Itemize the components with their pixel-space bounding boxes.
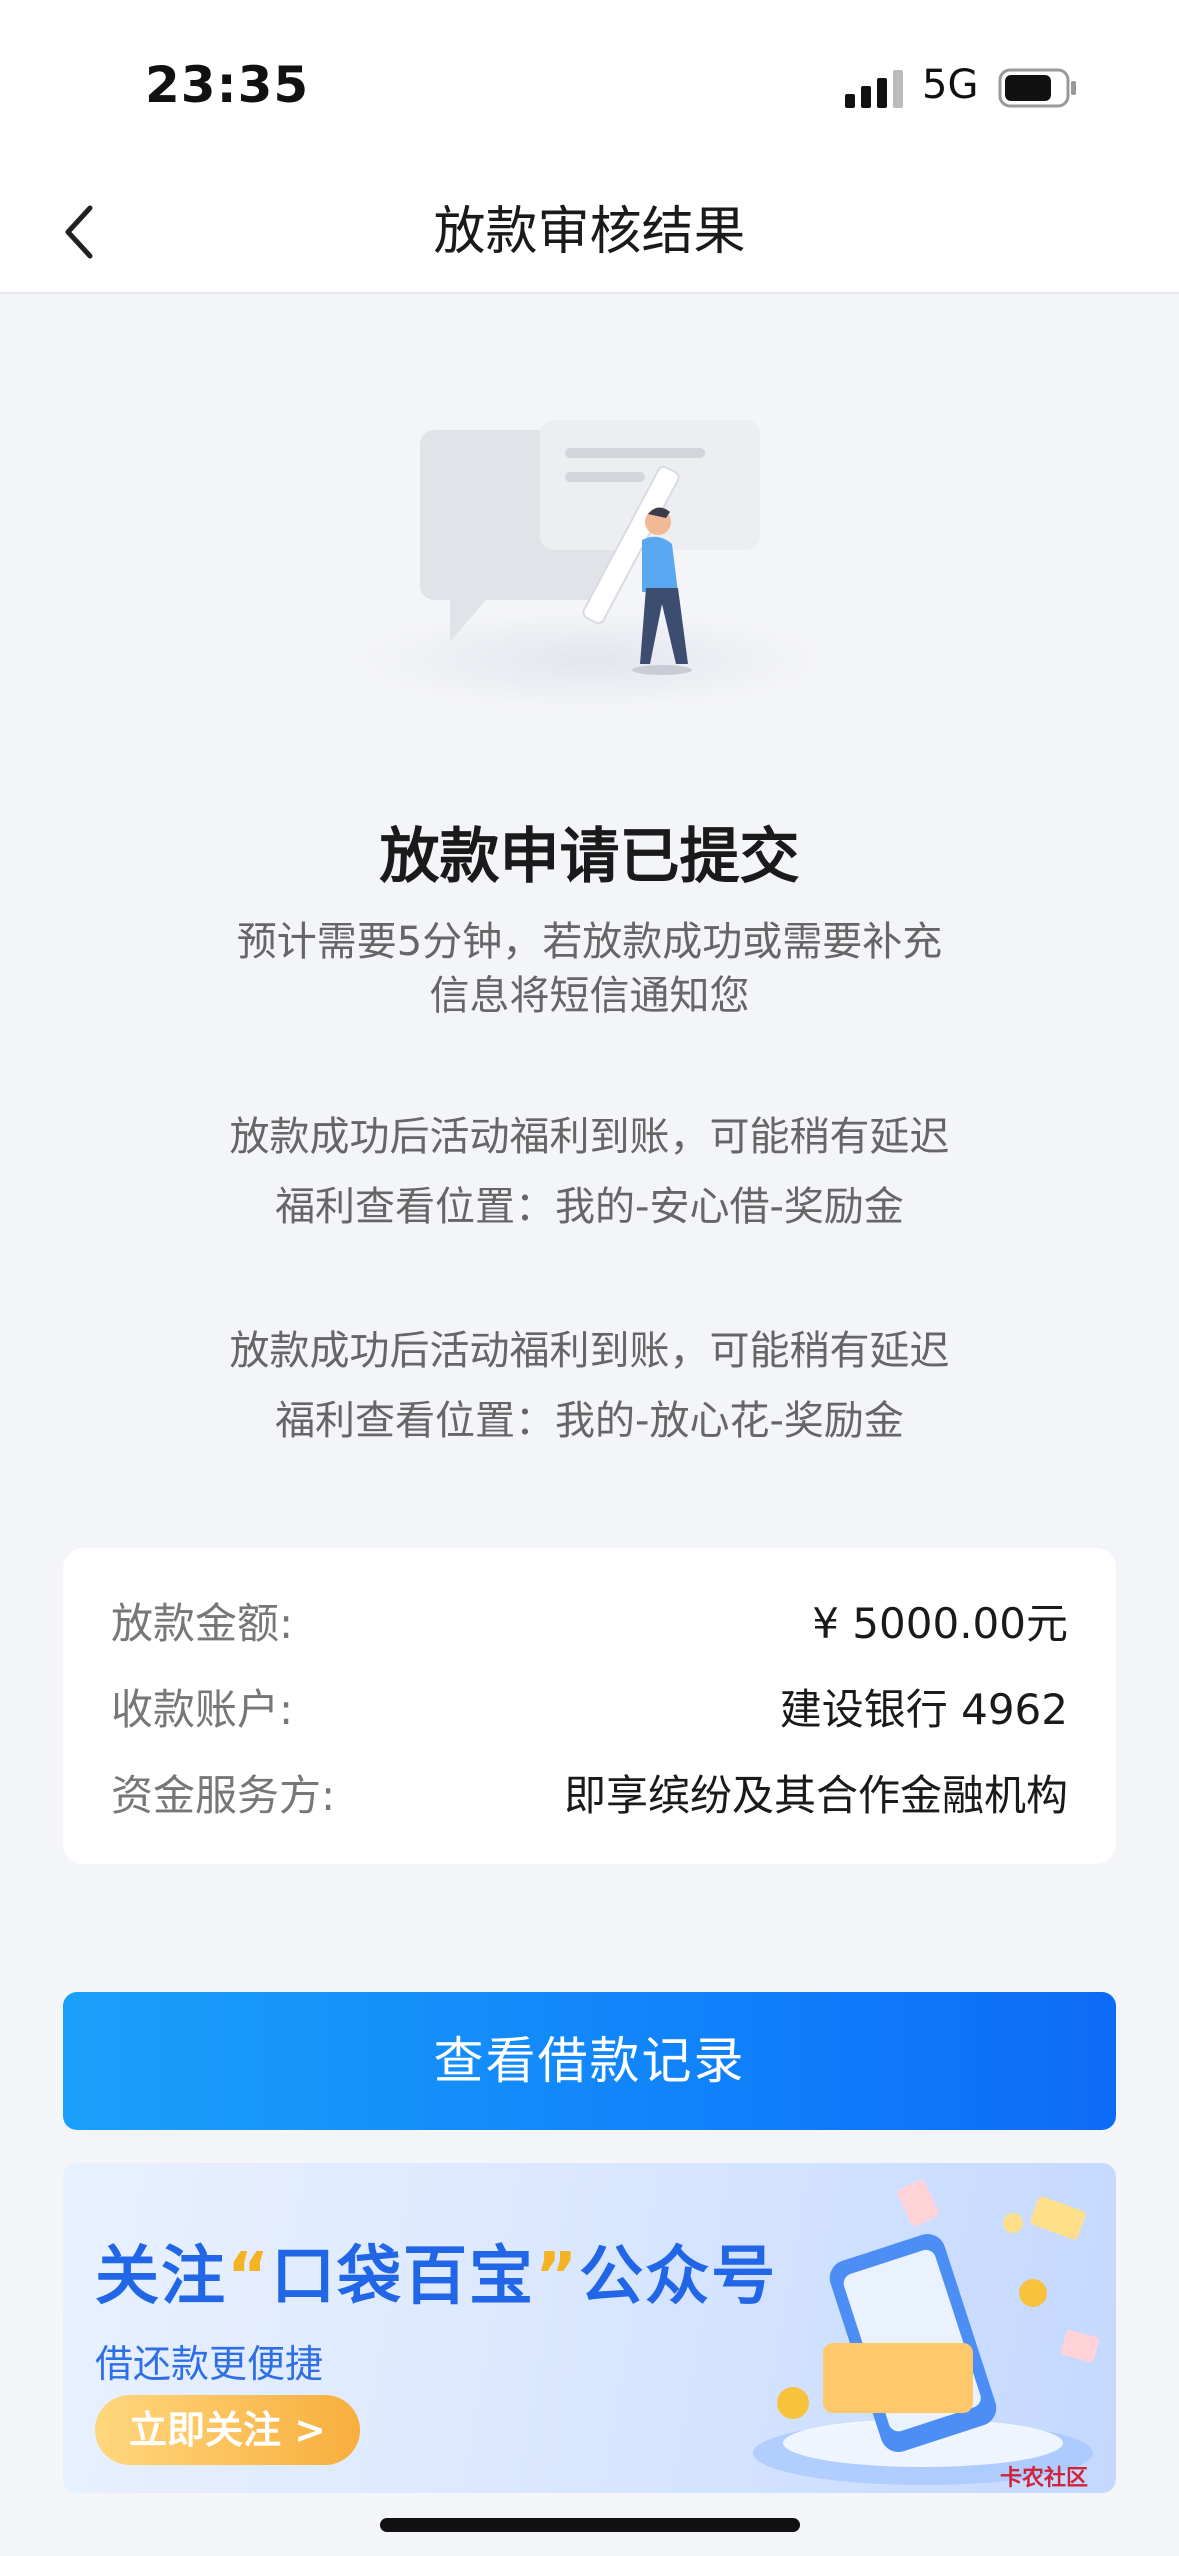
banner-title-name: 口袋百宝 [271,2240,536,2314]
home-indicator [380,2518,800,2532]
result-eta-line1: 预计需要5分钟，若放款成功或需要补充 [236,919,943,965]
provider-row: 资金服务方: 即享缤纷及其合作金融机构 [111,1762,1068,1822]
watermark-logo: 卡农社区 [1000,2466,1089,2491]
network-label: 5G [922,62,979,108]
amount-row: 放款金额: ¥ 5000.00元 [111,1590,1068,1650]
page-title: 放款审核结果 [433,202,746,262]
result-eta-text: 预计需要5分钟，若放款成功或需要补充 信息将短信通知您 [0,915,1179,1023]
battery-icon [998,68,1076,108]
account-row: 收款账户: 建设银行 4962 [111,1676,1068,1736]
nav-bar: 放款审核结果 [0,170,1179,294]
result-eta-line2: 信息将短信通知您 [429,973,750,1019]
signal-icon [845,70,903,108]
follow-now-button[interactable]: 立即关注 > [95,2395,360,2465]
banner-title: 关注“口袋百宝”公众号 [95,2225,777,2317]
benefit-note-1-line2: 福利查看位置：我的-安心借-奖励金 [275,1184,904,1230]
benefit-note-1-line1: 放款成功后活动福利到账，可能稍有延迟 [229,1114,950,1160]
status-time: 23:35 [145,56,310,114]
account-label: 收款账户: [111,1684,294,1734]
banner-subtitle: 借还款更便捷 [95,2342,324,2386]
view-loan-records-button[interactable]: 查看借款记录 [63,1992,1116,2130]
provider-value: 即享缤纷及其合作金融机构 [563,1770,1068,1820]
provider-label: 资金服务方: [111,1770,336,1820]
status-bar: 23:35 5G [0,0,1179,170]
account-value: 建设银行 4962 [779,1684,1068,1734]
amount-value: ¥ 5000.00元 [812,1598,1068,1648]
amount-label: 放款金额: [111,1598,294,1648]
loan-info-card: 放款金额: ¥ 5000.00元 收款账户: 建设银行 4962 资金服务方: … [63,1548,1116,1864]
banner-quote-open: “ [227,2240,272,2314]
benefit-note-1: 放款成功后活动福利到账，可能稍有延迟 福利查看位置：我的-安心借-奖励金 [0,1102,1179,1242]
banner-title-pre: 关注 [95,2240,227,2314]
benefit-note-2-line1: 放款成功后活动福利到账，可能稍有延迟 [229,1328,950,1374]
benefit-note-2: 放款成功后活动福利到账，可能稍有延迟 福利查看位置：我的-放心花-奖励金 [0,1316,1179,1456]
result-headline: 放款申请已提交 [379,822,800,892]
benefit-note-2-line2: 福利查看位置：我的-放心花-奖励金 [275,1398,904,1444]
follow-account-banner[interactable]: 关注“口袋百宝”公众号 借还款更便捷 立即关注 > [63,2163,1116,2493]
banner-quote-close: ” [535,2240,580,2314]
submitted-illustration [360,420,820,710]
phone-coins-illustration [753,2179,1099,2485]
